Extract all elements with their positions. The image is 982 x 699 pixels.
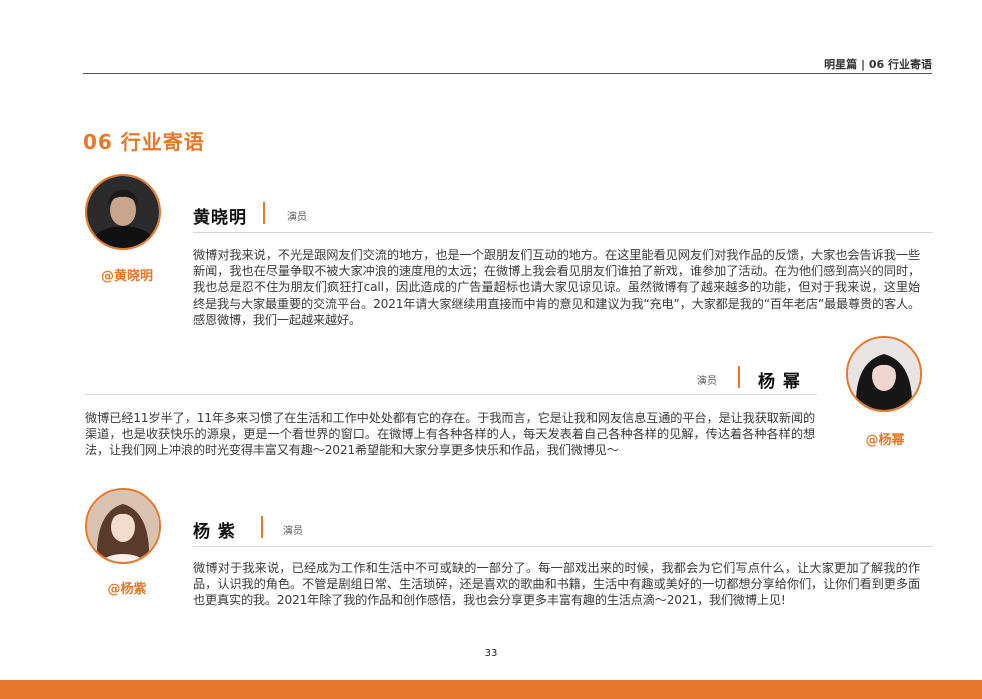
avatar-yang-zi — [85, 488, 161, 564]
quote-yang-zi: 微博对于我来说，已经成为工作和生活中不可或缺的一部分了。每一部戏出来的时候，我都… — [193, 561, 920, 608]
name-separator — [263, 202, 265, 224]
header-section-label: 明星篇 | 06 行业寄语 — [824, 58, 932, 71]
avatar-yang-mi — [846, 336, 922, 412]
name-separator — [261, 516, 263, 538]
role-huang-xiaoming: 演员 — [287, 212, 307, 223]
divider — [193, 232, 933, 233]
handle-huang-xiaoming[interactable]: @黄晓明 — [72, 265, 182, 284]
divider — [193, 546, 933, 547]
footer-band — [0, 680, 982, 699]
section-title: 06 行业寄语 — [83, 130, 205, 154]
name-yang-zi: 杨 紫 — [193, 522, 236, 542]
header-rule — [83, 73, 932, 74]
quote-yang-mi: 微博已经11岁半了，11年多来习惯了在生活和工作中处处都有它的存在。于我而言，它… — [85, 411, 815, 458]
name-huang-xiaoming: 黄晓明 — [193, 208, 247, 228]
divider — [85, 394, 817, 395]
page-number: 33 — [484, 648, 498, 659]
role-yang-mi: 演员 — [697, 376, 717, 387]
name-separator — [738, 366, 740, 388]
handle-yang-zi[interactable]: @杨紫 — [72, 578, 182, 597]
role-yang-zi: 演员 — [283, 526, 303, 537]
handle-yang-mi[interactable]: @杨幂 — [830, 429, 940, 448]
avatar-huang-xiaoming — [85, 174, 161, 250]
name-yang-mi: 杨 幂 — [758, 372, 801, 392]
quote-huang-xiaoming: 微博对我来说，不光是跟网友们交流的地方，也是一个跟朋友们互动的地方。在这里能看见… — [193, 248, 920, 327]
